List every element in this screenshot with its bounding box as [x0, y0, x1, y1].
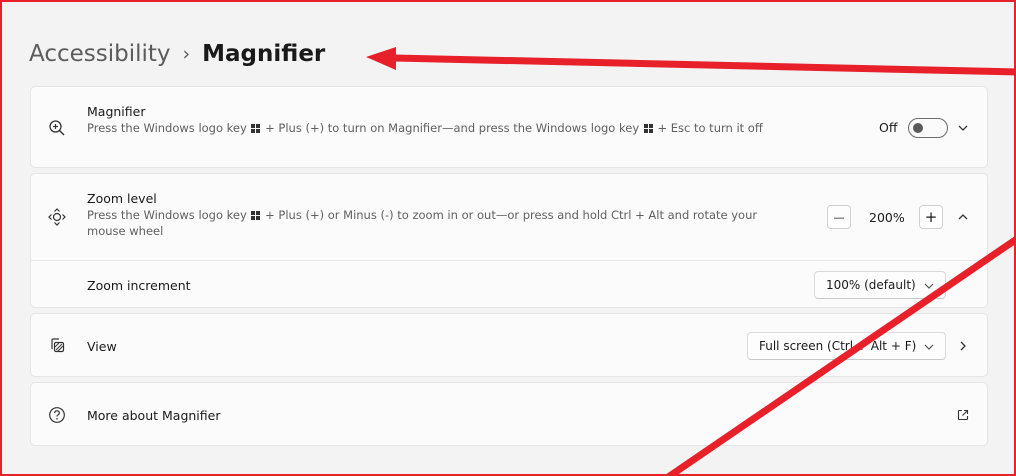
open-external-icon[interactable]	[955, 407, 971, 423]
settings-window: Accessibility › Magnifier Magnifier Pres…	[0, 0, 1016, 476]
zoom-out-button[interactable]: —	[827, 205, 851, 229]
zoom-in-icon	[47, 118, 67, 138]
view-dropdown[interactable]: Full screen (Ctrl + Alt + F)	[747, 332, 946, 360]
zoom-level-value: 200%	[869, 210, 905, 225]
more-about-title: More about Magnifier	[87, 408, 221, 423]
magnifier-description: Press the Windows logo key + Plus (+) to…	[87, 121, 763, 135]
magnifier-toggle-label: Off	[879, 120, 898, 135]
zoom-increment-label: Zoom increment	[87, 278, 191, 293]
breadcrumb: Accessibility › Magnifier	[29, 36, 325, 72]
annotation-arrowhead	[366, 47, 396, 70]
chevron-up-icon[interactable]	[955, 209, 971, 225]
move-arrows-icon	[47, 207, 67, 227]
zoom-increment-dropdown[interactable]: 100% (default)	[814, 271, 946, 299]
breadcrumb-separator: ›	[182, 43, 191, 65]
zoom-level-title: Zoom level	[87, 191, 157, 206]
help-circle-icon	[47, 405, 67, 425]
zoom-in-button[interactable]: +	[919, 205, 943, 229]
chevron-down-icon	[924, 344, 934, 350]
magnifier-title: Magnifier	[87, 104, 146, 119]
magnifier-toggle[interactable]	[908, 118, 948, 138]
more-about-card: More about Magnifier	[30, 382, 988, 446]
chevron-right-icon[interactable]	[955, 338, 971, 354]
annotation-arrow-line	[393, 54, 1014, 76]
zoom-level-description: Press the Windows logo key + Plus (+) or…	[87, 208, 758, 238]
zoom-level-row[interactable]: Zoom level Press the Windows logo key + …	[31, 174, 987, 260]
view-card: View Full screen (Ctrl + Alt + F)	[30, 313, 988, 377]
windows-logo-icon	[251, 124, 261, 133]
view-title: View	[87, 339, 117, 354]
view-icon	[47, 336, 67, 356]
zoom-increment-row: Zoom increment 100% (default)	[31, 261, 987, 309]
chevron-down-icon[interactable]	[955, 120, 971, 136]
chevron-down-icon	[924, 283, 934, 289]
breadcrumb-accessibility[interactable]: Accessibility	[29, 41, 171, 67]
zoom-level-card: Zoom level Press the Windows logo key + …	[30, 173, 988, 308]
more-about-row[interactable]: More about Magnifier	[31, 383, 987, 447]
windows-logo-icon	[251, 211, 261, 220]
page-title: Magnifier	[202, 41, 326, 67]
magnifier-card: Magnifier Press the Windows logo key + P…	[30, 86, 988, 168]
magnifier-row[interactable]: Magnifier Press the Windows logo key + P…	[31, 87, 987, 169]
windows-logo-icon	[643, 124, 653, 133]
view-row[interactable]: View Full screen (Ctrl + Alt + F)	[31, 314, 987, 378]
toggle-knob	[913, 123, 923, 133]
